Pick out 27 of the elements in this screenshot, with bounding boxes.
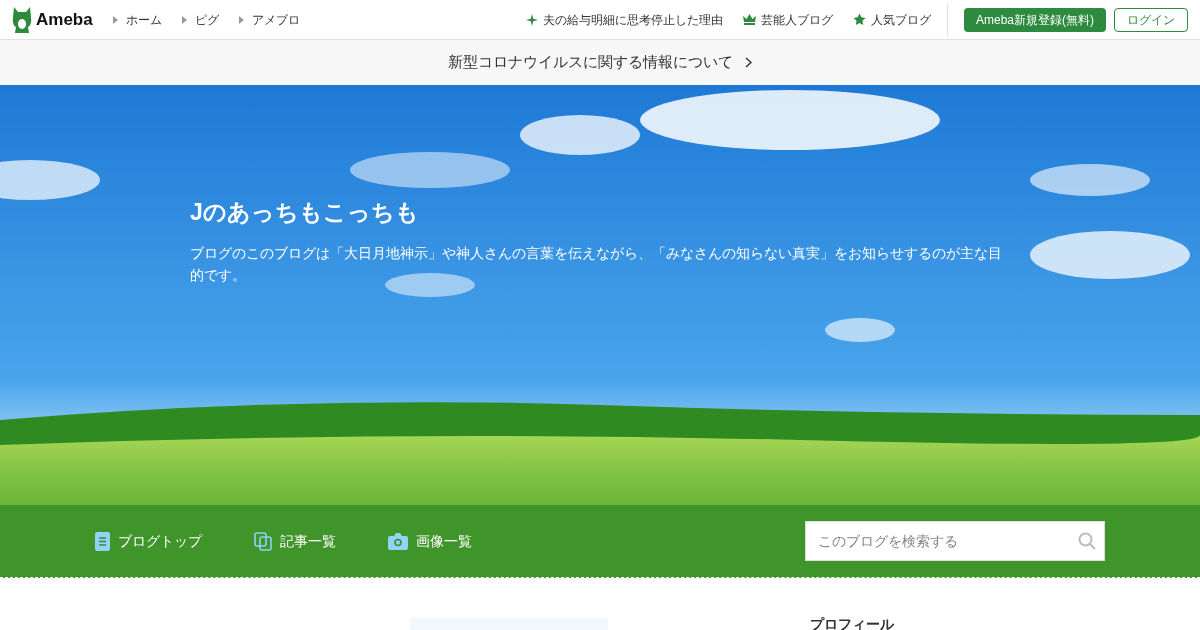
triangle-icon	[181, 15, 187, 24]
logo-text: Ameba	[36, 8, 93, 31]
chevron-right-icon	[745, 57, 752, 68]
nav-link[interactable]: アメブロ	[238, 10, 300, 29]
blog-title[interactable]: Jのあっちもこっちも	[190, 195, 419, 230]
notice-bar[interactable]: 新型コロナウイルスに関する情報について	[0, 40, 1200, 85]
login-button[interactable]: ログイン	[1114, 7, 1188, 32]
crown-icon	[743, 14, 756, 25]
header-link[interactable]: 夫の給与明細に思考停止した理由	[526, 10, 723, 29]
triangle-icon	[112, 15, 118, 24]
nav-link[interactable]: ピグ	[181, 10, 219, 29]
mascot-icon	[12, 6, 32, 33]
search-icon	[1078, 532, 1096, 550]
star-icon	[853, 13, 866, 26]
sparkle-icon	[526, 13, 538, 26]
header-link[interactable]: 芸能人ブログ	[743, 10, 833, 29]
signup-button[interactable]: Ameba新規登録(無料)	[964, 7, 1106, 32]
search-field[interactable]: このブログを検索する	[805, 521, 1105, 561]
header-link[interactable]: 人気ブログ	[853, 10, 931, 29]
blog-nav-link[interactable]: ブログトップ	[95, 530, 202, 552]
copy-icon	[254, 531, 272, 551]
camera-icon	[388, 532, 408, 550]
blog-description: ブログのこのブログは「大日月地神示」や神人さんの言葉を伝えながら、「みなさんの知らない真実」をお知らせするのが主な目的です。	[190, 243, 1003, 285]
nav-link[interactable]: ホーム	[112, 10, 162, 29]
triangle-icon	[238, 15, 244, 24]
blog-nav-link[interactable]: 記事一覧	[254, 530, 336, 552]
blog-nav-link[interactable]: 画像一覧	[388, 530, 472, 552]
